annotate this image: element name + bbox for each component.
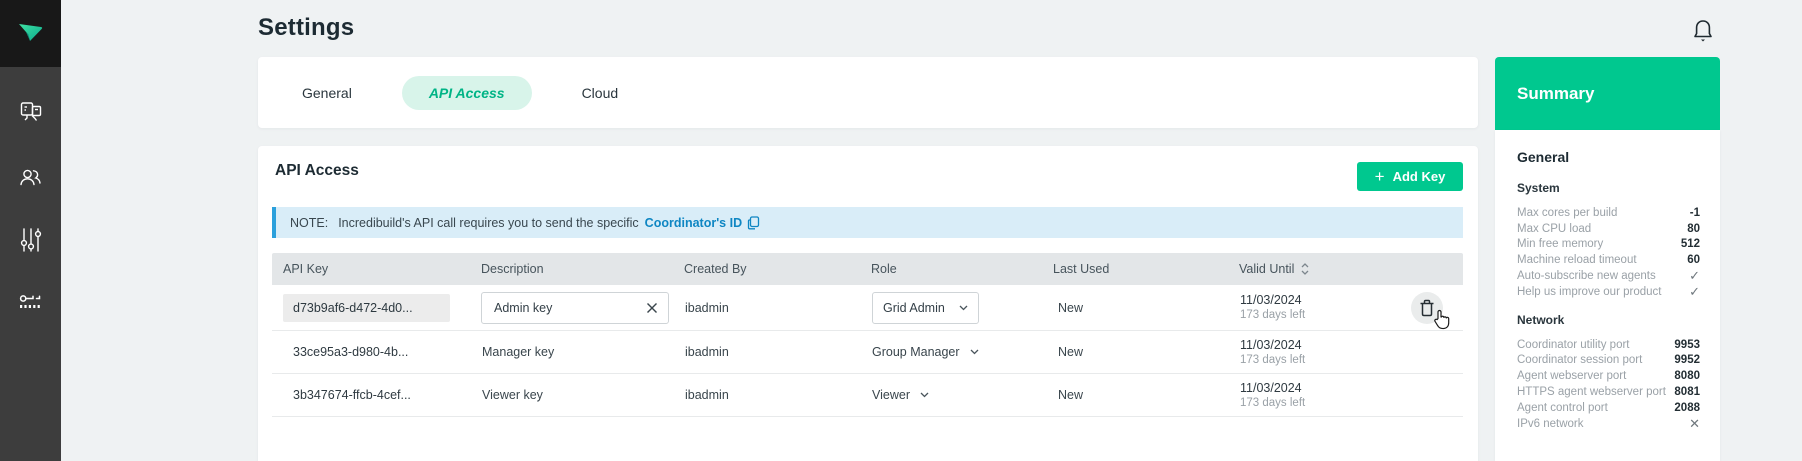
description-input-wrap — [481, 292, 669, 324]
summary-item: Coordinator utility port 9953 — [1517, 337, 1700, 353]
table-row: 33ce95a3-d980-4b... Manager key ibadmin … — [272, 331, 1463, 374]
api-key-value: 33ce95a3-d980-4b... — [272, 345, 470, 359]
chevron-down-icon — [920, 392, 929, 398]
description: Viewer key — [470, 388, 673, 402]
section-title: API Access — [275, 162, 359, 180]
row-actions — [1395, 374, 1463, 416]
sliders-icon — [19, 227, 43, 253]
summary-header: Summary — [1495, 57, 1720, 130]
grid-machines-icon — [19, 100, 43, 124]
col-api-key: API Key — [272, 262, 470, 276]
table-header: API Key Description Created By Role Last… — [272, 253, 1463, 285]
sidebar — [0, 0, 61, 461]
summary-system-list: Max cores per build -1 Max CPU load 80 M… — [1517, 205, 1700, 300]
col-role: Role — [860, 262, 1042, 276]
summary-group-system: System — [1517, 181, 1700, 196]
last-used: New — [1042, 388, 1228, 402]
api-key-value[interactable]: d73b9af6-d472-4d0... — [283, 294, 450, 322]
sidebar-item-users[interactable] — [0, 157, 61, 197]
notifications-button[interactable] — [1688, 15, 1718, 47]
cross-icon: ✕ — [1689, 416, 1700, 432]
coordinator-id-link[interactable]: Coordinator's ID — [645, 216, 742, 230]
role-dropdown[interactable]: Group Manager — [860, 345, 979, 359]
users-icon — [18, 165, 43, 189]
summary-item: IPv6 network ✕ — [1517, 416, 1700, 432]
description: Manager key — [470, 345, 673, 359]
chevron-down-icon — [970, 349, 979, 355]
note-prefix: NOTE: — [290, 216, 328, 230]
incredibuild-logo-icon — [18, 22, 44, 46]
note-banner: NOTE: Incredibuild's API call requires y… — [272, 207, 1463, 238]
plus-icon: + — [1375, 168, 1385, 185]
check-icon: ✓ — [1689, 284, 1700, 300]
last-used: New — [1042, 301, 1228, 315]
table-row: 3b347674-ffcb-4cef... Viewer key ibadmin… — [272, 374, 1463, 417]
sidebar-item-api-keys[interactable] — [0, 283, 61, 323]
summary-panel: General System Max cores per build -1 Ma… — [1495, 130, 1720, 461]
summary-item: Help us improve our product ✓ — [1517, 284, 1700, 300]
tab-general[interactable]: General — [300, 76, 354, 110]
col-last-used: Last Used — [1042, 262, 1228, 276]
bell-icon — [1691, 17, 1715, 45]
col-created-by: Created By — [673, 262, 860, 276]
sidebar-item-settings[interactable] — [0, 220, 61, 260]
summary-item: Max cores per build -1 — [1517, 205, 1700, 221]
valid-until: 11/03/2024 173 days left — [1228, 292, 1395, 323]
copy-icon[interactable] — [747, 216, 760, 230]
summary-group-network: Network — [1517, 313, 1700, 328]
tab-api-access[interactable]: API Access — [402, 76, 532, 110]
page-title: Settings — [258, 14, 354, 42]
sidebar-item-machines[interactable] — [0, 92, 61, 132]
role-dropdown[interactable]: Grid Admin — [872, 292, 979, 324]
summary-item: Agent control port 2088 — [1517, 400, 1700, 416]
table-row: d73b9af6-d472-4d0... ibadmin Grid Admin … — [272, 285, 1463, 331]
created-by: ibadmin — [673, 301, 860, 315]
summary-item: Min free memory 512 — [1517, 237, 1700, 253]
summary-item: HTTPS agent webserver port 8081 — [1517, 384, 1700, 400]
api-key-value: 3b347674-ffcb-4cef... — [272, 388, 470, 402]
app-logo[interactable] — [0, 0, 61, 67]
clear-input-icon[interactable] — [644, 300, 660, 316]
description-input[interactable] — [481, 292, 669, 324]
summary-item: Agent webserver port 8080 — [1517, 368, 1700, 384]
sort-icon[interactable] — [1301, 263, 1309, 275]
role-dropdown[interactable]: Viewer — [860, 388, 929, 402]
trash-icon — [1419, 299, 1435, 317]
note-text: Incredibuild's API call requires you to … — [338, 216, 638, 230]
api-keys-table: API Key Description Created By Role Last… — [272, 253, 1463, 417]
summary-item: Max CPU load 80 — [1517, 221, 1700, 237]
row-actions — [1395, 285, 1463, 330]
row-actions — [1395, 331, 1463, 373]
summary-title: Summary — [1517, 84, 1594, 104]
col-valid-until: Valid Until — [1228, 262, 1395, 276]
add-key-label: Add Key — [1393, 169, 1446, 184]
valid-until: 11/03/2024 173 days left — [1228, 337, 1395, 368]
check-icon: ✓ — [1689, 268, 1700, 284]
add-key-button[interactable]: + Add Key — [1357, 162, 1463, 191]
summary-section-title: General — [1517, 148, 1700, 166]
summary-item: Coordinator session port 9952 — [1517, 353, 1700, 369]
api-access-panel: API Access + Add Key NOTE: Incredibuild'… — [258, 146, 1478, 461]
col-description: Description — [470, 262, 673, 276]
api-key-icon — [18, 292, 44, 314]
summary-network-list: Coordinator utility port 9953 Coordinato… — [1517, 337, 1700, 432]
settings-tabs: General API Access Cloud — [258, 57, 1478, 128]
valid-until: 11/03/2024 173 days left — [1228, 380, 1395, 411]
chevron-down-icon — [959, 305, 968, 311]
created-by: ibadmin — [673, 388, 860, 402]
tab-cloud[interactable]: Cloud — [580, 76, 621, 110]
delete-key-button[interactable] — [1411, 292, 1443, 324]
summary-item: Auto-subscribe new agents ✓ — [1517, 268, 1700, 284]
last-used: New — [1042, 345, 1228, 359]
created-by: ibadmin — [673, 345, 860, 359]
summary-item: Machine reload timeout 60 — [1517, 252, 1700, 268]
